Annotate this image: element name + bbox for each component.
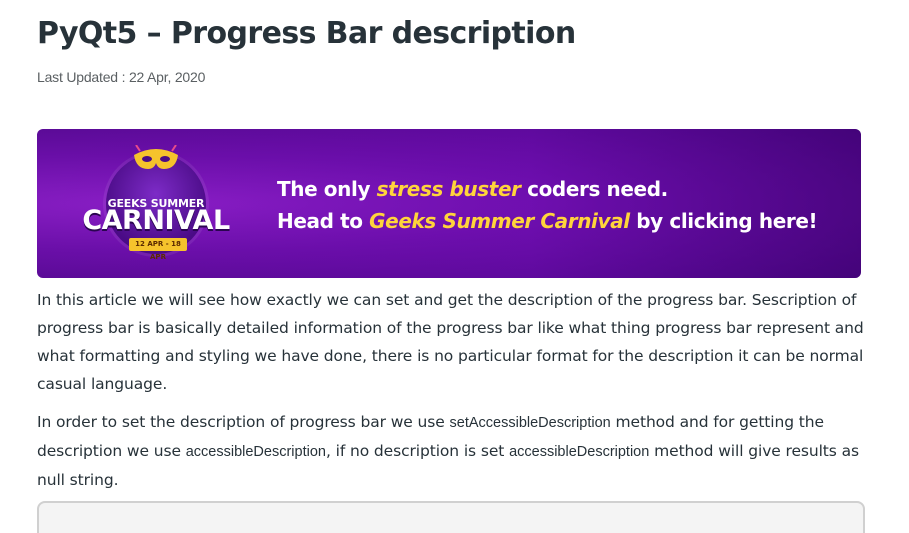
mask-icon (134, 145, 178, 169)
inline-code-get-description-2: accessibleDescription (509, 444, 650, 460)
article-paragraph-2: In order to set the description of progr… (37, 413, 859, 489)
last-updated: Last Updated : 22 Apr, 2020 (37, 69, 206, 85)
badge-main-text: CARNIVAL (82, 205, 230, 236)
inline-code-set-description: setAccessibleDescription (449, 415, 611, 431)
banner-highlight-1: stress buster (376, 177, 521, 201)
article-paragraph-1: In this article we will see how exactly … (37, 291, 864, 393)
banner-line-2: Head to Geeks Summer Carnival by clickin… (277, 209, 818, 233)
carnival-badge: GEEKS SUMMER CARNIVAL 12 APR - 18 APR (82, 139, 230, 261)
carnival-banner[interactable]: GEEKS SUMMER CARNIVAL 12 APR - 18 APR Th… (37, 129, 861, 278)
badge-date-ribbon: 12 APR - 18 APR (129, 238, 187, 261)
code-block (37, 501, 865, 533)
banner-highlight-2: Geeks Summer Carnival (369, 209, 630, 233)
inline-code-get-description: accessibleDescription (185, 444, 326, 460)
article-title: PyQt5 – Progress Bar description (37, 16, 576, 51)
banner-line-1: The only stress buster coders need. (277, 177, 668, 201)
banner-headline: The only stress buster coders need. Head… (277, 173, 818, 237)
article-page: PyQt5 – Progress Bar description Last Up… (0, 0, 909, 533)
